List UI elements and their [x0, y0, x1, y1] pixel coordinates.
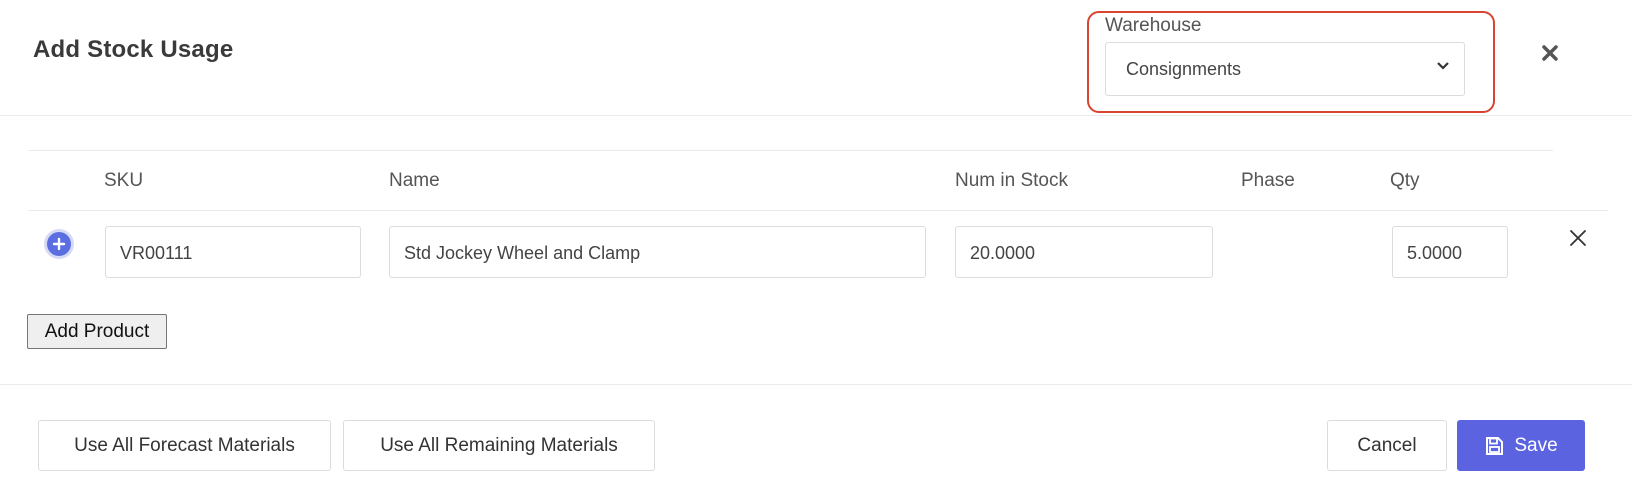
expand-row-button[interactable]: [47, 232, 71, 256]
sku-value: VR00111: [120, 243, 193, 263]
warehouse-select[interactable]: Consignments: [1105, 42, 1465, 96]
column-header-phase: Phase: [1241, 170, 1295, 191]
warehouse-label: Warehouse: [1105, 15, 1202, 36]
add-product-button[interactable]: Add Product: [27, 314, 167, 349]
use-all-remaining-materials-button[interactable]: Use All Remaining Materials: [343, 420, 655, 471]
qty-value: 5.0000: [1407, 243, 1463, 263]
num-in-stock-value: 20.0000: [970, 243, 1036, 263]
table-header-border: [28, 210, 1608, 211]
column-header-num-in-stock: Num in Stock: [955, 170, 1068, 191]
warehouse-selected-value: Consignments: [1126, 59, 1242, 79]
column-header-name: Name: [389, 170, 440, 191]
qty-input[interactable]: 5.0000: [1392, 226, 1508, 278]
modal-title: Add Stock Usage: [33, 36, 234, 63]
modal-header: Add Stock Usage Warehouse Consignments: [0, 0, 1632, 116]
sku-input[interactable]: VR00111: [105, 226, 361, 278]
save-label: Save: [1514, 434, 1558, 456]
name-input[interactable]: Std Jockey Wheel and Clamp: [389, 226, 926, 278]
close-icon[interactable]: [1540, 43, 1560, 63]
footer-divider: [0, 384, 1632, 385]
save-button[interactable]: Save: [1457, 420, 1585, 471]
num-in-stock-input[interactable]: 20.0000: [955, 226, 1213, 278]
table-top-border: [28, 150, 1553, 151]
remove-row-icon[interactable]: [1568, 228, 1588, 248]
floppy-disk-icon: [1486, 436, 1504, 455]
use-all-forecast-materials-button[interactable]: Use All Forecast Materials: [38, 420, 331, 471]
column-header-sku: SKU: [104, 170, 144, 191]
cancel-button[interactable]: Cancel: [1327, 420, 1447, 471]
column-header-qty: Qty: [1390, 170, 1420, 191]
name-value: Std Jockey Wheel and Clamp: [404, 243, 641, 263]
chevron-down-icon: [1437, 62, 1449, 70]
plus-icon: [52, 237, 66, 251]
